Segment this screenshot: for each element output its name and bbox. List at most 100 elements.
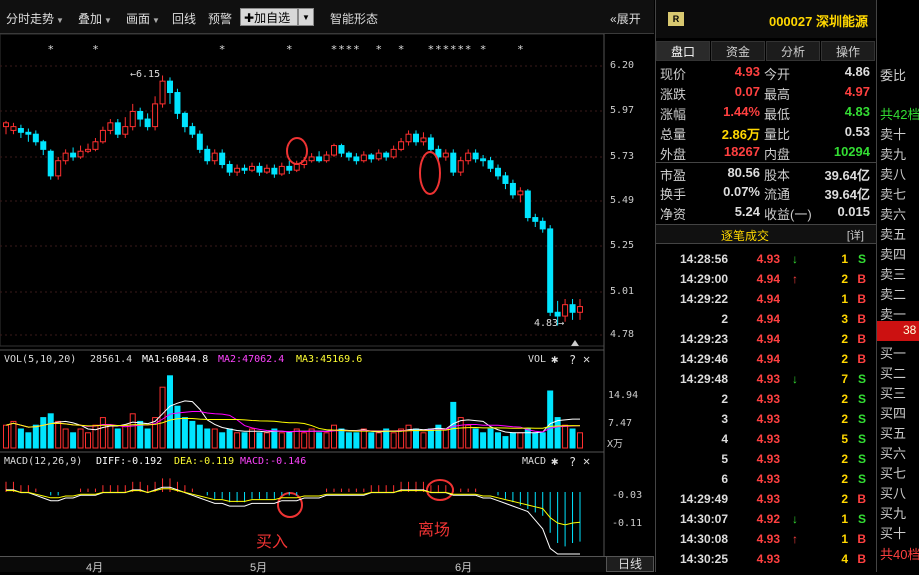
- draw-menu[interactable]: 画面 ▼: [126, 10, 160, 27]
- tick-q: 2: [841, 392, 848, 406]
- tab-analysis[interactable]: 分析: [766, 41, 820, 61]
- tick-t: 14:29:22: [679, 292, 728, 306]
- chevron-down-icon: ▼: [56, 16, 64, 25]
- candle: [413, 133, 419, 143]
- buy-level: 买十: [880, 526, 907, 541]
- period-selector[interactable]: 日线: [606, 556, 654, 572]
- intraday-menu[interactable]: 分时走势 ▼: [6, 10, 64, 27]
- tick-s: S: [857, 472, 866, 486]
- overlay-menu[interactable]: 叠加 ▼: [78, 10, 112, 27]
- tick-s: B: [857, 312, 866, 326]
- candle: [32, 133, 39, 143]
- volume-bar: [331, 424, 337, 449]
- help-icon[interactable]: ?: [569, 353, 576, 367]
- quote-label: 今开: [764, 67, 791, 82]
- candle: [509, 182, 516, 196]
- tick-row: 2 4.93 2 S: [656, 389, 876, 409]
- volume-bar: [114, 428, 121, 449]
- tick-row: 5 4.93 2 S: [656, 449, 876, 469]
- quote-row: 外盘 18267 内盘 10294: [656, 142, 876, 162]
- quote-value: 2.86万: [721, 127, 760, 142]
- quote-table: 现价 4.93 今开 4.86 涨跌 0.07 最高 4.97 涨幅 1.44% 最低 4.83 总量 2…: [656, 62, 876, 222]
- tick-a: ↑: [792, 272, 798, 286]
- candle: [204, 148, 211, 162]
- volume-bar: [167, 375, 173, 449]
- month-label: 4月: [86, 562, 104, 574]
- candle: [226, 164, 233, 173]
- signal-star: *: [339, 43, 345, 56]
- quote-label: 现价: [660, 67, 687, 82]
- tick-row: 14:29:46 4.94 2 B: [656, 349, 876, 369]
- candle: [40, 141, 47, 150]
- tick-q: 4: [841, 552, 848, 566]
- volume-bar: [316, 432, 323, 449]
- candle: [249, 165, 255, 171]
- quote-value: 18267: [723, 144, 760, 159]
- macd-dea: DEA:-0.119: [174, 456, 235, 467]
- volume-bar: [532, 432, 539, 449]
- sell-level: 卖四: [880, 247, 907, 262]
- candle: [569, 304, 576, 313]
- vol-indicator-button[interactable]: VOL: [528, 354, 546, 365]
- volume-bar: [495, 432, 501, 449]
- ticks-detail-button[interactable]: [详]: [847, 227, 864, 243]
- quote-label: 总量: [660, 127, 687, 142]
- sell-level: 卖八: [880, 167, 907, 182]
- kline-chart[interactable]: * * * * * * * * * * * * * * * * * *: [0, 0, 654, 572]
- volume-bar: [554, 417, 561, 449]
- signal-star: *: [465, 43, 471, 56]
- tab-pankou[interactable]: 盘口: [656, 41, 710, 61]
- tab-operate[interactable]: 操作: [821, 41, 875, 61]
- candle: [107, 122, 114, 131]
- tick-q: 3: [841, 312, 848, 326]
- overlay-label: 叠加: [78, 12, 103, 26]
- quote-label: 涨幅: [660, 107, 687, 122]
- warn-button[interactable]: 预警: [208, 10, 232, 27]
- candle: [480, 158, 487, 162]
- candle: [211, 152, 218, 162]
- quote-label: 涨跌: [660, 87, 687, 102]
- volume-bar: [569, 428, 576, 449]
- candle: [547, 228, 554, 313]
- expand-button[interactable]: «展开: [610, 10, 641, 27]
- tick-s: S: [857, 412, 866, 426]
- tick-t: 14:30:08: [679, 532, 728, 546]
- sell-signal-circle: [419, 151, 441, 195]
- signal-star: *: [331, 43, 337, 56]
- back-button[interactable]: 回线: [172, 10, 196, 27]
- sell-level: 卖二: [880, 287, 907, 302]
- tick-s: S: [857, 432, 866, 446]
- price-tick: 5.01: [610, 286, 635, 297]
- quote-label: 净资: [660, 207, 687, 222]
- tick-p: 4.94: [756, 312, 780, 326]
- tick-row: 14:29:22 4.94 1 B: [656, 289, 876, 309]
- plus-icon: ✚: [244, 11, 255, 25]
- chart-toolbar: 分时走势 ▼ 叠加 ▼ 画面 ▼ 回线 预警 ✚加自选 ▼ 智能形态 «展开: [0, 0, 654, 34]
- volume-bar: [122, 424, 129, 449]
- volume-bar: [509, 432, 516, 449]
- signal-star: *: [398, 43, 404, 56]
- gear-icon[interactable]: ✱: [551, 352, 558, 366]
- candle: [524, 190, 531, 219]
- add-watchlist-button[interactable]: ✚加自选: [240, 8, 298, 26]
- vol-tick: 7.47: [608, 418, 633, 429]
- close-icon[interactable]: ✕: [583, 352, 590, 366]
- quote-value: 4.97: [844, 84, 870, 99]
- quote-row: 净资 5.24 收益(一) 0.015: [656, 202, 876, 222]
- macd-indicator-button[interactable]: MACD: [522, 456, 546, 467]
- sell-level: 卖五: [880, 227, 907, 242]
- close-icon[interactable]: ✕: [583, 454, 590, 468]
- help-icon[interactable]: ?: [569, 455, 576, 469]
- gear-icon[interactable]: ✱: [551, 454, 558, 468]
- candle: [85, 148, 91, 152]
- candle: [420, 137, 427, 143]
- tick-row: 14:29:49 4.93 2 B: [656, 489, 876, 509]
- smart-pattern-button[interactable]: 智能形态: [330, 10, 378, 27]
- tab-funds[interactable]: 资金: [711, 41, 765, 61]
- candle: [554, 311, 561, 317]
- price-tick: 5.97: [610, 105, 635, 116]
- candle: [47, 150, 54, 177]
- add-watchlist-dropdown[interactable]: ▼: [298, 8, 314, 26]
- buy-level: 买八: [880, 486, 907, 501]
- tick-a: ↓: [792, 252, 798, 266]
